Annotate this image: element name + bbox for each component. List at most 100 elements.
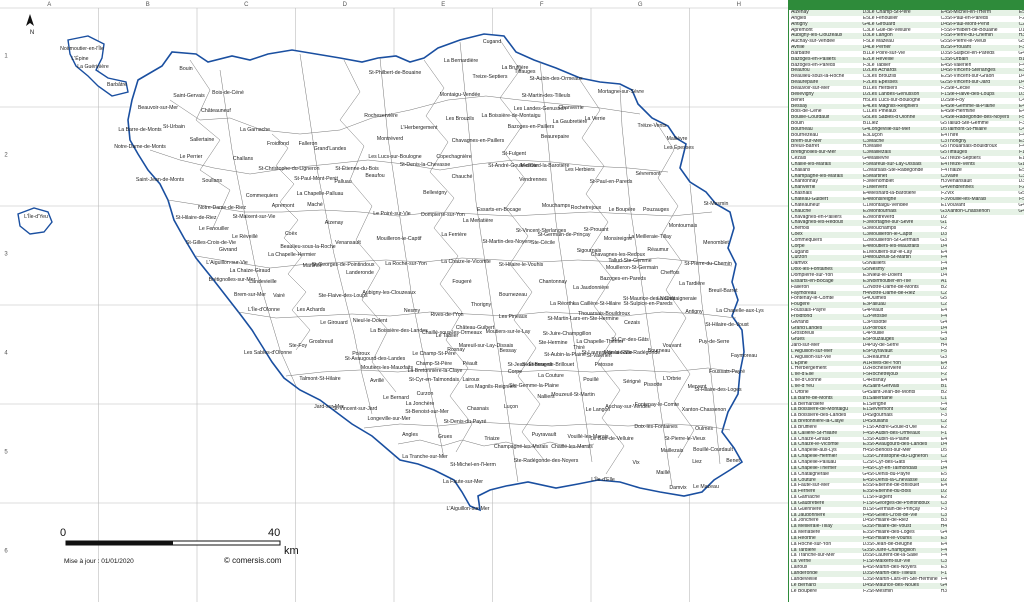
index-row: Le Boupère F2 — [791, 589, 869, 595]
town-label: Nesmy — [404, 308, 421, 314]
town-label: L'Herbergement — [400, 125, 438, 131]
town-label: St-Avaugourd-des-Landes — [345, 356, 406, 362]
town-label: La Boissière-de-Montaigu — [481, 113, 540, 119]
town-label: St-Benoist-sur-Mer — [405, 409, 449, 415]
town-label: St-Denis-du-Payré — [444, 419, 487, 425]
town-label: Treize-Septiers — [473, 74, 508, 80]
town-label: Ste-Foy — [289, 343, 308, 349]
town-label: Auchay-sur-Vendée — [605, 404, 651, 410]
town-label: Longeville-sur-Mer — [368, 416, 411, 422]
grid-column-label: G — [638, 2, 643, 8]
town-label: Mouilleron-le-Captif — [377, 236, 423, 242]
scale-end: 40 — [268, 527, 280, 539]
town-label: Ste-Radégonde-des-Noyers — [514, 458, 579, 464]
town-label: Beaufou — [365, 173, 384, 179]
town-label: Vairé — [273, 293, 285, 299]
town-label: St-Martin-des-Tilleuls — [522, 93, 571, 99]
town-label: Talmont-St-Hilaire — [299, 376, 340, 382]
town-label: St-Étienne-du-Bois — [335, 165, 379, 172]
town-label: Oulmes — [695, 426, 713, 432]
town-label: St-Fulgent — [502, 151, 526, 157]
town-label: Venansault — [335, 240, 361, 246]
town-label: Notre-Dame-de-Riez — [198, 205, 246, 211]
vendee-map: A B C D E F G H123456 Noirmoutier-en-l'Î… — [0, 0, 788, 602]
town-label: La Chaize-le-Vicomte — [441, 259, 491, 265]
update-note: Mise à jour : 01/01/2020 — [64, 558, 134, 565]
town-label: St-Jean-de-Beugné — [508, 362, 553, 368]
town-label: Thorigny — [471, 302, 492, 308]
town-label: Les Pineaux — [499, 314, 528, 320]
town-label: Les Achards — [297, 307, 326, 313]
town-label: St-Aubin-des-Ormeaux — [529, 76, 582, 82]
town-label: St-Martin-des-Noyers — [482, 239, 532, 245]
grid-column-label: A — [47, 2, 51, 8]
town-label: St-Valérien — [586, 353, 611, 359]
town-label: La Gaubretière — [553, 119, 588, 125]
town-label: La Bernardière — [444, 58, 478, 64]
town-label: Cheffois — [661, 270, 680, 276]
index-commune-name: Le Boupère — [791, 588, 817, 594]
town-label: Cugand — [483, 39, 501, 45]
north-label: N — [30, 30, 34, 36]
town-label: St-Christophe-du-Ligneron — [258, 166, 319, 172]
town-label: Damvix — [669, 485, 687, 491]
town-label: Ste-Flaive-des-Loups — [318, 293, 368, 299]
town-label: Essarts-en-Bocage — [477, 207, 521, 213]
town-label: Bellevigny — [423, 190, 447, 196]
town-label: Bournezeau — [499, 292, 527, 298]
town-label: Tallud-Ste-Gemme — [608, 258, 651, 264]
town-label: St-Pierre-du-Chemin — [684, 261, 732, 267]
town-label: L'Île-d'Yeu — [24, 213, 48, 220]
town-label: L'Aiguillon-sur-Vie — [206, 260, 248, 266]
town-label: Mouilleron-St-Germain — [606, 265, 658, 271]
town-label: Réaumur — [647, 247, 669, 253]
town-label: Saint-Jean-de-Monts — [136, 177, 185, 183]
town-label: Péault — [463, 361, 478, 367]
town-label: Ste-Gemme-la-Plaine — [509, 383, 559, 389]
town-label: Ste-Hermine — [538, 340, 567, 346]
grid-column-label: B — [146, 2, 150, 8]
town-label: Rocheservière — [364, 113, 398, 119]
town-label: Doix-lès-Fontaines — [634, 424, 678, 430]
town-label: Le Mazeau — [693, 484, 719, 490]
town-label: La Verrie — [585, 116, 606, 122]
town-label: Luçon — [504, 404, 518, 410]
grid-column-label: C — [244, 2, 249, 8]
town-label: L'Île-d'Elle — [591, 476, 615, 483]
index-commune-name: Xanton-Chassenon — [947, 208, 990, 214]
town-label: Moutiers-sur-le-Lay — [486, 329, 531, 335]
index-header-bar — [789, 0, 1024, 10]
town-label: Bouillé-Courdault — [693, 447, 733, 453]
town-label: St-Hilaire-le-Vouhis — [499, 262, 544, 268]
town-label: Palluau — [334, 179, 351, 185]
index-column: St-Michel-en-l'HermE5St-Paul-en-ParedsF2… — [947, 10, 1024, 215]
town-label: Pissotte — [644, 382, 663, 388]
town-label: Bazoges-en-Pareds — [600, 276, 646, 282]
town-label: Mouchamps — [542, 203, 571, 209]
index-row: Xanton-Chassenon G4 — [947, 208, 1024, 215]
town-label: Sallertaine — [190, 137, 215, 143]
town-label: St-Gilles-Croix-de-Vie — [186, 240, 236, 246]
town-label: Pouzauges — [643, 207, 669, 213]
town-label: La Jonchère — [406, 401, 435, 407]
town-label: La Tranche-sur-Mer — [402, 454, 448, 460]
index-grid-cell: H3 — [940, 588, 947, 594]
grid-column-label: F — [540, 2, 544, 8]
town-label: St-Cyr-des-Gâts — [611, 337, 649, 343]
town-label: Le Poiré-sur-Vie — [373, 211, 411, 217]
town-label: Commequiers — [246, 193, 279, 199]
town-label: Les Landes-Genusson — [514, 106, 566, 112]
town-label: St-Pierre-le-Vieux — [665, 436, 706, 442]
town-label: Chasnais — [467, 406, 489, 412]
town-label: Beauvoir-sur-Mer — [138, 105, 178, 111]
town-label: Bazoges-en-Paillers — [508, 124, 555, 130]
town-label: Rochetrejoux — [571, 205, 602, 211]
town-label: Montréverd — [377, 136, 403, 142]
town-label: La Ferrière — [441, 232, 466, 238]
town-label: Apremont — [272, 203, 295, 209]
town-label: L'Épine — [71, 55, 88, 62]
town-label: Faymoreau — [731, 353, 757, 359]
town-label: La Merlatière — [463, 218, 493, 224]
town-label: La Boissière-des-Landes — [370, 328, 428, 334]
town-label: Breuil-Barret — [708, 288, 738, 294]
